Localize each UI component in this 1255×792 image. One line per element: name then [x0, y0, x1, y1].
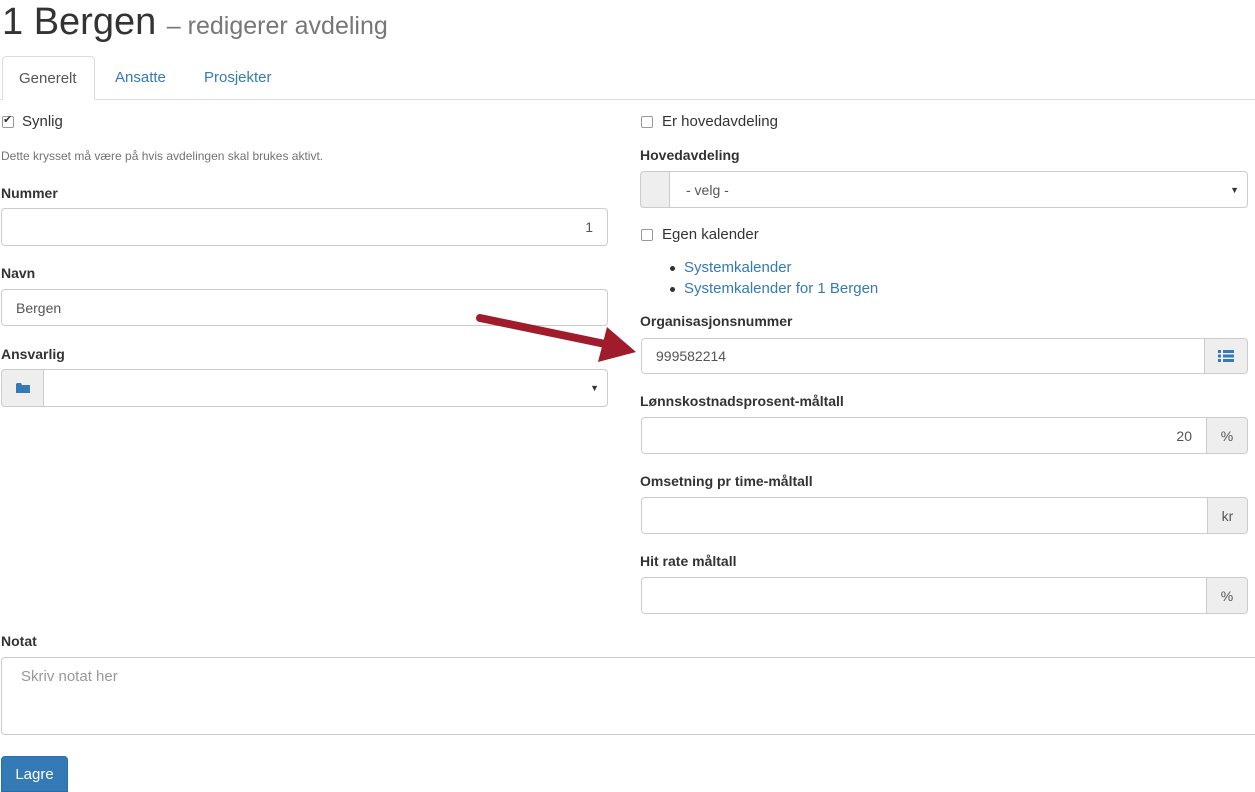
chevron-down-icon: ▼ — [1230, 184, 1239, 195]
nummer-input[interactable]: 1 — [1, 208, 608, 246]
notat-label: Notat — [1, 633, 37, 649]
hovedavdeling-check-label: Er hovedavdeling — [662, 113, 778, 130]
tabs-divider — [0, 99, 1255, 100]
orgnr-label: Organisasjonsnummer — [640, 313, 793, 329]
hovedavdeling-value: - velg - — [686, 181, 729, 198]
tab-generelt[interactable]: Generelt — [2, 56, 95, 100]
link-systemkalender[interactable]: Systemkalender — [684, 259, 792, 276]
orgnr-lookup-button[interactable] — [1204, 338, 1248, 374]
annotation-arrow-icon — [476, 314, 636, 362]
synlig-help-text: Dette krysset må være på hvis avdelingen… — [1, 149, 324, 163]
lonn-input[interactable]: 20 — [641, 417, 1207, 454]
hovedavdeling-select[interactable]: - velg - ▼ — [669, 171, 1248, 208]
hitrate-label: Hit rate måltall — [640, 553, 737, 569]
synlig-label: Synlig — [22, 113, 63, 130]
hitrate-input[interactable] — [641, 577, 1207, 614]
tab-ansatte[interactable]: Ansatte — [99, 56, 182, 99]
link-systemkalender-bergen[interactable]: Systemkalender for 1 Bergen — [684, 280, 878, 297]
synlig-checkbox[interactable] — [2, 113, 14, 128]
notat-textarea[interactable]: Skriv notat her — [1, 657, 1255, 735]
egen-kalender-checkbox[interactable] — [641, 229, 653, 241]
hovedavdeling-label: Hovedavdeling — [640, 147, 740, 163]
ansvarlig-label: Ansvarlig — [1, 346, 65, 362]
omsetning-input[interactable] — [641, 497, 1208, 534]
hovedavdeling-color-addon — [640, 171, 670, 208]
chevron-down-icon: ▼ — [590, 383, 599, 393]
egen-kalender-label: Egen kalender — [662, 226, 759, 243]
folder-icon — [15, 383, 30, 393]
tab-prosjekter[interactable]: Prosjekter — [188, 56, 288, 99]
navn-label: Navn — [1, 265, 36, 281]
orgnr-value: 999582214 — [656, 348, 727, 364]
list-bullet — [670, 266, 675, 271]
save-button[interactable]: Lagre — [1, 756, 68, 792]
notat-placeholder: Skriv notat her — [21, 668, 118, 685]
nummer-value: 1 — [585, 219, 593, 235]
orgnr-input[interactable]: 999582214 — [641, 338, 1205, 374]
navn-value: Bergen — [16, 299, 62, 316]
page-title: 1 Bergen – redigerer avdeling — [2, 0, 388, 48]
omsetning-label: Omsetning pr time-måltall — [640, 473, 813, 489]
list-icon — [1218, 350, 1234, 362]
lonn-label: Lønnskostnadsprosent-måltall — [640, 393, 844, 409]
page-title-main: 1 Bergen — [2, 1, 157, 43]
lonn-unit-addon: % — [1206, 417, 1248, 454]
ansvarlig-select[interactable]: ▼ — [43, 369, 608, 407]
hovedavdeling-checkbox[interactable] — [641, 116, 653, 128]
page-subtitle: – redigerer avdeling — [166, 12, 388, 40]
omsetning-unit-addon: kr — [1207, 497, 1248, 534]
hitrate-unit-addon: % — [1206, 577, 1248, 614]
nummer-label: Nummer — [1, 185, 58, 201]
ansvarlig-folder-button[interactable] — [1, 369, 44, 407]
lonn-value: 20 — [1176, 427, 1192, 444]
list-bullet — [670, 287, 675, 292]
